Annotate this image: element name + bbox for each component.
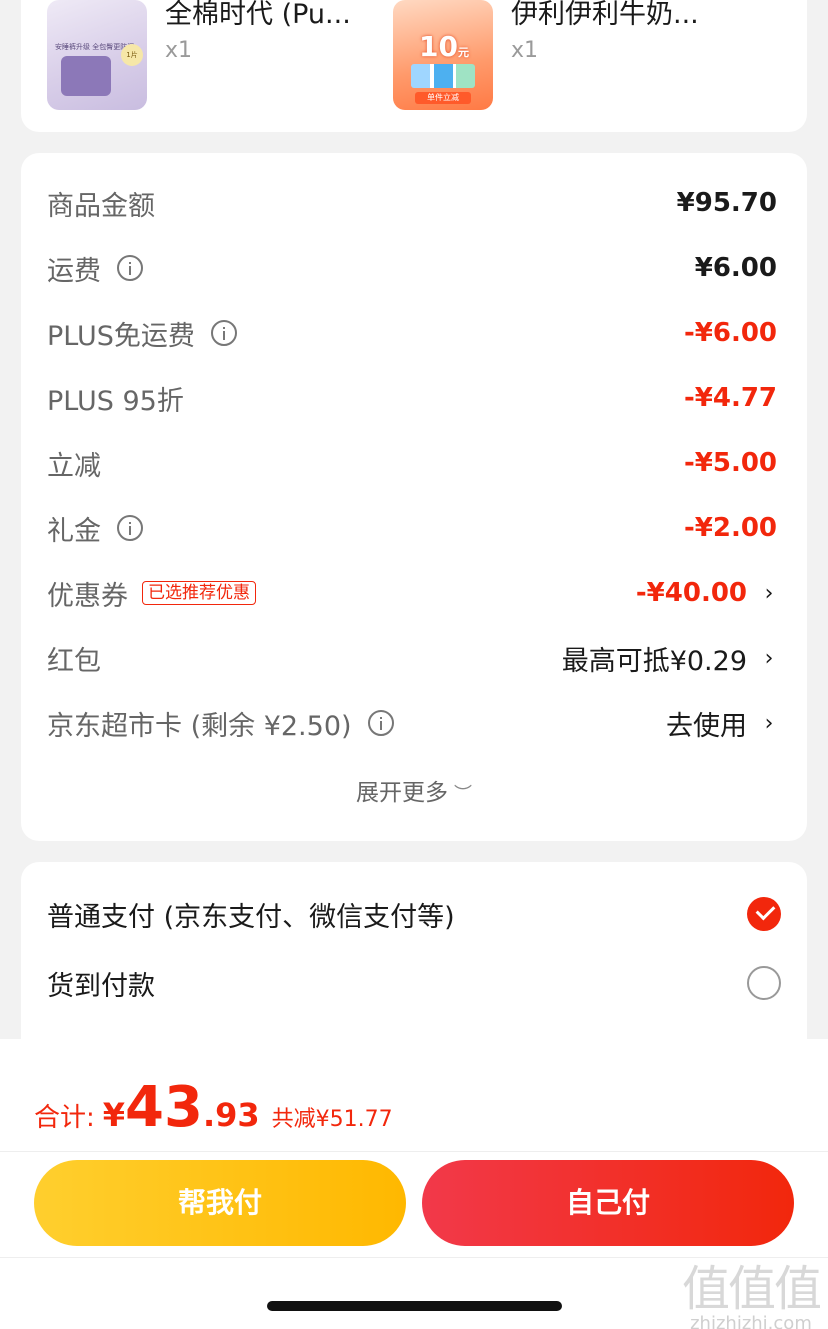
- red-packet-value: 最高可抵¥0.29: [561, 645, 747, 677]
- product-boxes-image: [411, 64, 475, 88]
- info-icon[interactable]: [210, 320, 237, 346]
- payment-option-normal[interactable]: 普通支付 (京东支付、微信支付等): [47, 892, 781, 936]
- order-total: 合计: ¥ 43 .93 共减¥51.77: [34, 1075, 393, 1140]
- watermark-url: zhizhizhi.com: [690, 1313, 812, 1329]
- info-icon[interactable]: [117, 255, 143, 281]
- payment-method-card: 普通支付 (京东支付、微信支付等) 货到付款: [21, 862, 807, 1062]
- row-label: 立减: [47, 450, 101, 482]
- total-saved: 共减¥51.77: [271, 1107, 393, 1132]
- product-name-1[interactable]: 全棉时代 (Pu...: [165, 0, 351, 31]
- plus-free-shipping-value: -¥6.00: [683, 318, 777, 348]
- divider: [0, 1151, 828, 1152]
- chevron-right-icon[interactable]: ›: [761, 646, 777, 671]
- product-thumbnail-1[interactable]: 安睡裤升级 全包臀更防漏 1片: [47, 0, 147, 110]
- shipping-value: ¥6.00: [694, 253, 777, 283]
- row-goods-amount: 商品金额 ¥95.70: [47, 183, 777, 223]
- expand-more-button[interactable]: 展开更多 ︶: [21, 773, 807, 807]
- checkout-bar: 合计: ¥ 43 .93 共减¥51.77 帮我付 自己付 值值值 zhizhi…: [0, 1039, 828, 1329]
- product-package-image: [61, 56, 111, 96]
- radio-unchecked-icon[interactable]: [747, 966, 781, 1000]
- info-icon[interactable]: [367, 710, 394, 736]
- chevron-right-icon[interactable]: ›: [761, 581, 777, 606]
- chevron-right-icon[interactable]: ›: [761, 711, 777, 736]
- row-shipping: 运费 ¥6.00: [47, 248, 777, 288]
- chevron-down-icon: ︶: [454, 784, 472, 805]
- total-integer: 43: [125, 1075, 203, 1140]
- product-qty-1: x1: [165, 38, 193, 63]
- supermarket-card-action[interactable]: 去使用: [666, 704, 747, 743]
- watermark-logo: 值值值: [681, 1261, 822, 1317]
- recommended-tag: 已选推荐优惠: [142, 581, 256, 605]
- coupon-value: -¥40.00: [635, 578, 747, 608]
- instant-reduction-value: -¥5.00: [683, 448, 777, 478]
- row-label: 礼金: [47, 515, 101, 547]
- row-red-packet[interactable]: 红包 最高可抵¥0.29 ›: [47, 638, 777, 678]
- goods-amount-value: ¥95.70: [676, 188, 777, 218]
- row-coupon[interactable]: 优惠券 已选推荐优惠 -¥40.00 ›: [47, 573, 777, 613]
- products-card: 安睡裤升级 全包臀更防漏 1片 全棉时代 (Pu... x1 10元 单件立减 …: [21, 0, 807, 132]
- radio-checked-icon[interactable]: [747, 897, 781, 931]
- thumb-promo-amount: 10元: [419, 30, 469, 63]
- total-currency: ¥: [102, 1096, 126, 1134]
- price-breakdown-card: 商品金额 ¥95.70 运费 ¥6.00 PLUS免运费 -¥6.00 PLUS…: [21, 153, 807, 841]
- row-label: 京东超市卡 (剩余 ¥2.50): [47, 710, 352, 742]
- row-label: 运费: [47, 255, 101, 287]
- product-name-2[interactable]: 伊利伊利牛奶...: [511, 0, 699, 31]
- row-label: 红包: [47, 645, 101, 677]
- payment-option-cod[interactable]: 货到付款: [47, 961, 781, 1005]
- product-thumbnail-2[interactable]: 10元 单件立减: [393, 0, 493, 110]
- total-label: 合计:: [34, 1103, 95, 1133]
- row-gift-money: 礼金 -¥2.00: [47, 508, 777, 548]
- home-indicator[interactable]: [267, 1301, 562, 1311]
- site-watermark: 值值值 zhizhizhi.com: [681, 1249, 822, 1329]
- help-me-pay-button[interactable]: 帮我付: [34, 1160, 406, 1246]
- thumb-badge: 1片: [121, 44, 143, 66]
- plus-discount-value: -¥4.77: [683, 383, 777, 413]
- row-plus-discount: PLUS 95折 -¥4.77: [47, 378, 777, 418]
- product-qty-2: x1: [511, 38, 539, 63]
- row-instant-reduction: 立减 -¥5.00: [47, 443, 777, 483]
- row-plus-free-shipping: PLUS免运费 -¥6.00: [47, 313, 777, 353]
- expand-more-label: 展开更多: [356, 780, 448, 806]
- row-supermarket-card[interactable]: 京东超市卡 (剩余 ¥2.50) 去使用 ›: [47, 703, 777, 743]
- info-icon[interactable]: [117, 515, 143, 541]
- gift-money-value: -¥2.00: [683, 513, 777, 543]
- total-decimal: .93: [202, 1096, 260, 1134]
- payment-option-label: 普通支付 (京东支付、微信支付等): [47, 901, 455, 933]
- payment-option-label: 货到付款: [47, 970, 155, 1002]
- thumb-promo-strip: 单件立减: [415, 92, 471, 104]
- row-label: 商品金额: [47, 190, 155, 222]
- row-label: PLUS免运费: [47, 320, 195, 352]
- row-label: PLUS 95折: [47, 385, 184, 417]
- row-label: 优惠券: [47, 580, 128, 612]
- pay-myself-button[interactable]: 自己付: [422, 1160, 794, 1246]
